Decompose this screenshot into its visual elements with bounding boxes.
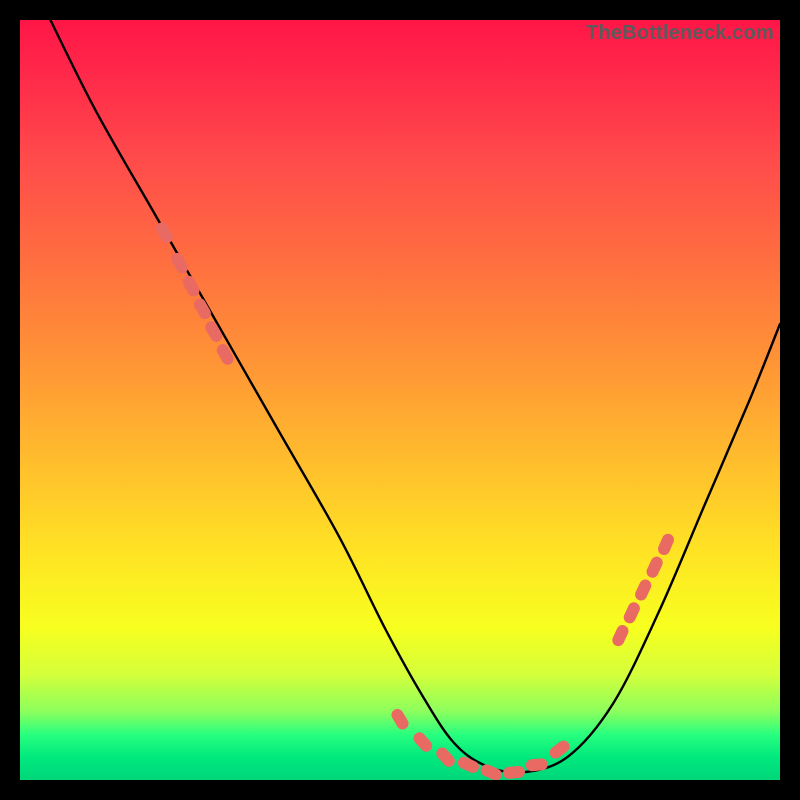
marker-pill — [610, 623, 630, 648]
marker-pill — [456, 755, 481, 775]
marker-pill — [503, 765, 526, 779]
marker-pill — [411, 730, 435, 754]
chart-overlay — [20, 20, 780, 780]
marker-pill — [645, 555, 665, 580]
marker-pill — [656, 532, 676, 557]
marker-pill — [389, 707, 411, 732]
marker-pill — [525, 758, 548, 772]
marker-pill — [622, 600, 642, 625]
watermark-text: TheBottleneck.com — [586, 22, 774, 45]
highlighted-points — [154, 220, 676, 780]
marker-pill — [180, 273, 201, 298]
marker-pill — [633, 577, 653, 602]
chart-frame: TheBottleneck.com — [20, 20, 780, 780]
marker-pill — [434, 745, 458, 769]
marker-pill — [215, 342, 236, 367]
bottleneck-curve — [50, 20, 780, 773]
